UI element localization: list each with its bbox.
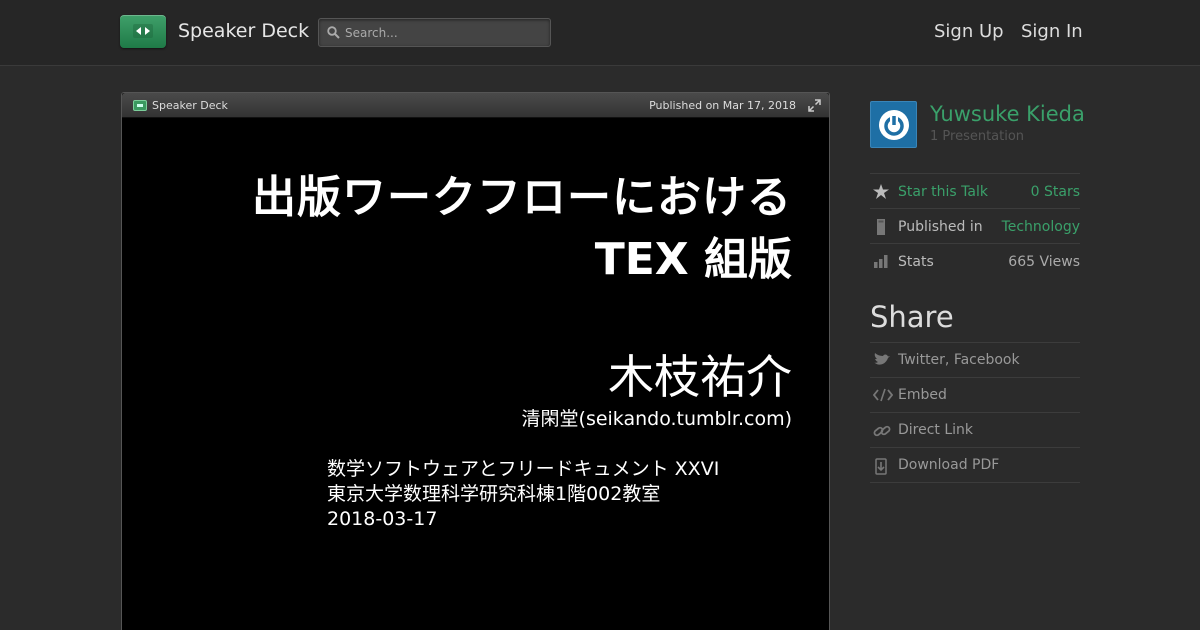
bar-chart-icon [874,255,888,268]
slide-affiliation: 清閑堂(seikando.tumblr.com) [521,408,792,430]
slide-content: 出版ワークフローにおける TEX 組版 木枝祐介 清閑堂(seikando.tu… [122,119,829,630]
view-count: 665 Views [1008,254,1080,270]
share-heading: Share [870,300,954,334]
slide-title-line2: TEX 組版 [594,234,792,285]
star-talk-row[interactable]: Star this Talk 0 Stars [870,173,1080,208]
slide-player[interactable]: Speaker Deck Published on Mar 17, 2018 出… [121,92,830,630]
slide-author: 木枝祐介 [608,350,792,404]
star-talk-label[interactable]: Star this Talk [898,184,988,200]
share-social-row[interactable]: Twitter, Facebook [870,342,1080,377]
published-date: Published on Mar 17, 2018 [649,99,796,112]
search-icon [327,26,340,39]
event-line: 2018-03-17 [327,508,438,530]
star-count: 0 Stars [1030,184,1080,200]
share-embed-label[interactable]: Embed [898,387,947,403]
code-icon [873,388,893,402]
brand-link[interactable]: Speaker Deck [178,20,309,42]
bird-icon [874,353,890,365]
share-social-label[interactable]: Twitter, Facebook [898,352,1020,368]
event-line: 数学ソフトウェアとフリードキュメント XXVI [327,458,720,480]
event-line: 東京大学数理科学研究科棟1階002教室 [327,483,661,505]
share-download-label[interactable]: Download PDF [898,457,999,473]
link-icon [873,425,891,437]
search-box[interactable] [318,18,551,47]
author-presentation-count: 1 Presentation [930,129,1025,144]
published-in-label: Published in [898,219,983,235]
bookmark-icon [877,219,885,235]
share-link-label[interactable]: Direct Link [898,422,973,438]
category-link[interactable]: Technology [1002,219,1080,235]
slide-arrows-icon [133,24,153,38]
share-link-row[interactable]: Direct Link [870,412,1080,447]
power-icon [879,110,909,140]
slide-event-info: 数学ソフトウェアとフリードキュメント XXVI 東京大学数理科学研究科棟1階00… [327,457,719,532]
slide-title-line1: 出版ワークフローにおける [252,172,792,223]
top-header: Speaker Deck Sign Up Sign In [0,0,1200,66]
speaker-deck-logo[interactable] [120,15,166,48]
stats-label: Stats [898,254,934,270]
share-divider [870,482,1080,483]
sign-up-link[interactable]: Sign Up [934,21,1004,42]
share-embed-row[interactable]: Embed [870,377,1080,412]
author-name-link[interactable]: Yuwsuke Kieda [930,102,1085,126]
share-download-row[interactable]: Download PDF [870,447,1080,482]
player-toolbar: Speaker Deck Published on Mar 17, 2018 [122,93,829,118]
star-icon [873,184,889,199]
fullscreen-icon[interactable] [808,99,821,112]
search-input[interactable] [345,23,545,43]
published-in-row: Published in Technology [870,208,1080,243]
sign-in-link[interactable]: Sign In [1021,21,1083,42]
author-avatar[interactable] [870,101,917,148]
stats-row: Stats 665 Views [870,243,1080,278]
download-icon [875,458,887,475]
player-brand[interactable]: Speaker Deck [152,99,228,112]
speaker-deck-mini-logo-icon [133,100,147,111]
